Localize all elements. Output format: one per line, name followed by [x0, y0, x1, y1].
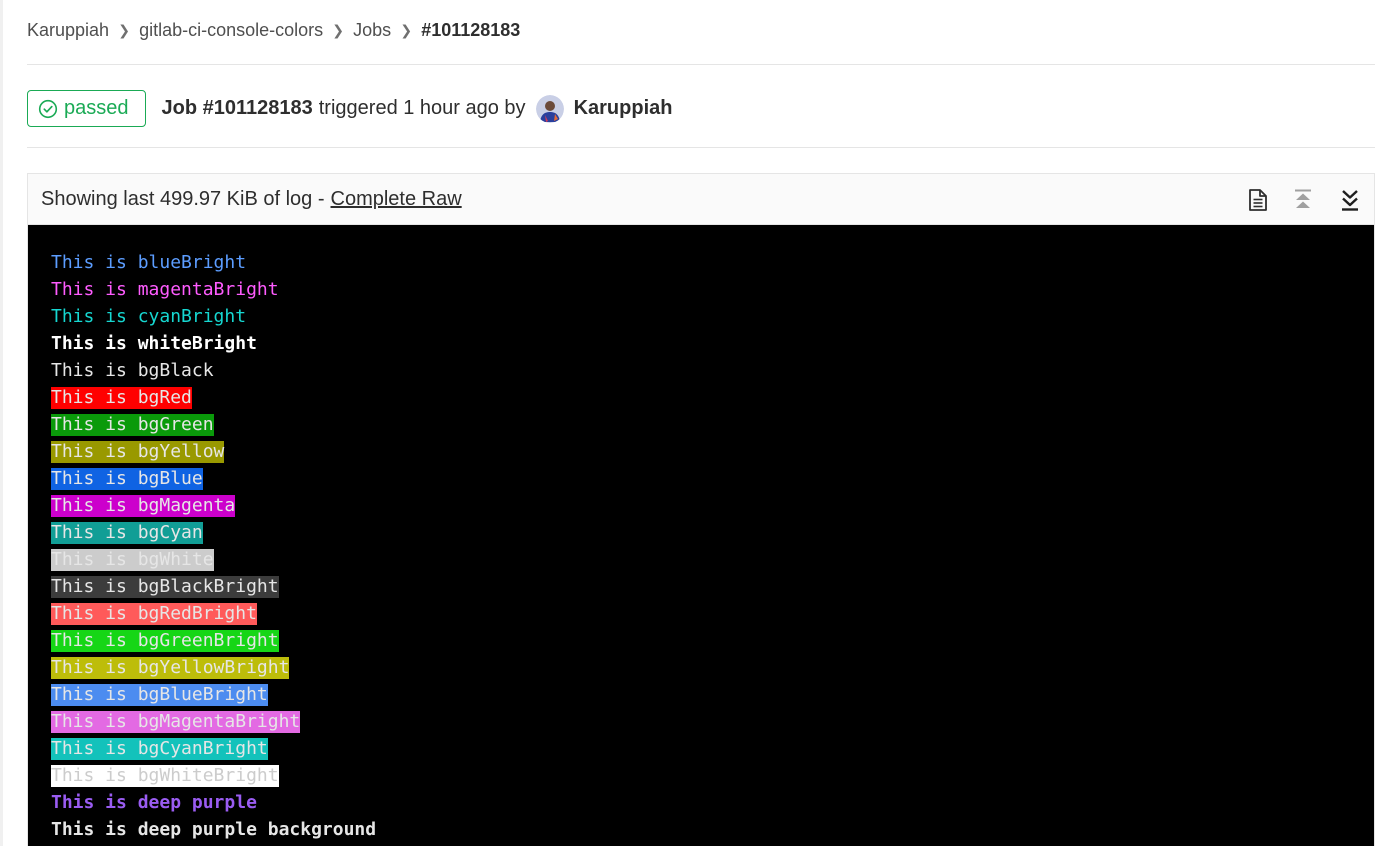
log-line: This is magentaBright: [51, 276, 1374, 303]
divider: [27, 64, 1375, 65]
job-page: Karuppiah ❯ gitlab-ci-console-colors ❯ J…: [0, 0, 1400, 846]
breadcrumb-item-jobs[interactable]: Jobs: [353, 20, 391, 41]
left-border: [0, 0, 3, 846]
log-line-text: This is bgBlack: [51, 360, 214, 381]
log-line-text: This is deep purple background: [51, 819, 377, 840]
avatar[interactable]: [535, 94, 564, 123]
log-line: This is bgCyan: [51, 519, 1374, 546]
log-line: This is bgCyanBright: [51, 735, 1374, 762]
chevron-right-icon: ❯: [332, 21, 345, 38]
log-line: This is bgRedBright: [51, 600, 1374, 627]
log-line: This is bgYellowBright: [51, 654, 1374, 681]
raw-file-button[interactable]: [1244, 186, 1272, 214]
breadcrumb: Karuppiah ❯ gitlab-ci-console-colors ❯ J…: [27, 14, 520, 46]
log-line-text: This is bgMagentaBright: [51, 711, 301, 733]
log-line: This is bgMagenta: [51, 492, 1374, 519]
log-line-text: This is bgBlue: [51, 468, 203, 490]
log-line-text: This is bgBlueBright: [51, 684, 268, 706]
log-toolbar: Showing last 499.97 KiB of log - Complet…: [28, 174, 1374, 225]
log-line-text: This is bgCyan: [51, 522, 203, 544]
log-line-text: This is bgWhite: [51, 549, 214, 571]
scroll-to-top-button[interactable]: [1289, 186, 1317, 214]
chevron-right-icon: ❯: [400, 21, 413, 38]
chevron-right-icon: ❯: [118, 21, 130, 38]
scroll-top-icon: [1295, 189, 1311, 208]
log-line-text: This is bgCyanBright: [51, 738, 268, 760]
log-line-text: This is bgGreenBright: [51, 630, 279, 652]
raw-file-icon: [1249, 189, 1267, 211]
log-line-text: This is magentaBright: [51, 279, 279, 300]
log-line: This is bgWhite: [51, 546, 1374, 573]
log-line-text: This is bgRedBright: [51, 603, 257, 625]
log-line: This is bgBlueBright: [51, 681, 1374, 708]
log-line: This is deep purple background: [51, 816, 1374, 843]
log-line-text: This is cyanBright: [51, 306, 247, 327]
log-line-text: This is blueBright: [51, 252, 247, 273]
log-line: This is bgYellow: [51, 438, 1374, 465]
log-line: This is bgBlack: [51, 357, 1374, 384]
log-line-text: This is deep purple: [51, 792, 257, 813]
scroll-to-bottom-button[interactable]: [1336, 186, 1364, 214]
log-line: This is bgMagentaBright: [51, 708, 1374, 735]
log-size-info: Showing last 499.97 KiB of log -: [41, 187, 325, 210]
log-line: This is bgBlackBright: [51, 573, 1374, 600]
job-meta: triggered 1 hour ago by: [318, 97, 526, 119]
scroll-bottom-icon: [1342, 190, 1358, 211]
log-line-text: This is bgYellowBright: [51, 657, 290, 679]
log-line-text: This is whiteBright: [51, 333, 257, 354]
log-line: This is bgWhiteBright: [51, 762, 1374, 789]
log-line-text: This is bgGreen: [51, 414, 214, 436]
status-badge[interactable]: passed: [27, 90, 146, 127]
breadcrumb-item-project[interactable]: gitlab-ci-console-colors: [139, 20, 323, 41]
log-line: This is bgGreen: [51, 411, 1374, 438]
breadcrumb-item-current-job[interactable]: #101128183: [421, 20, 520, 41]
log-line-text: This is bgMagenta: [51, 495, 236, 517]
author-link[interactable]: Karuppiah: [574, 97, 673, 120]
log-line: This is bgBlue: [51, 465, 1374, 492]
log-line: This is bgRed: [51, 384, 1374, 411]
log-line-text: This is bgBlackBright: [51, 576, 279, 598]
log-line-text: This is bgWhiteBright: [51, 765, 279, 787]
log-line-text: This is bgRed: [51, 387, 192, 409]
job-title: Job #101128183: [161, 97, 313, 119]
job-log-output[interactable]: This is blueBright This is magentaBright…: [28, 225, 1374, 846]
breadcrumb-item-user[interactable]: Karuppiah: [27, 20, 109, 41]
log-line: This is blueBright: [51, 249, 1374, 276]
divider: [27, 147, 1375, 148]
job-header: passed Job #101128183 triggered 1 hour a…: [27, 90, 672, 127]
job-log-panel: Showing last 499.97 KiB of log - Complet…: [27, 173, 1375, 846]
check-circle-icon: [38, 99, 58, 118]
log-line: This is cyanBright: [51, 303, 1374, 330]
log-line: This is whiteBright: [51, 330, 1374, 357]
log-line-text: This is bgYellow: [51, 441, 225, 463]
log-line: This is deep purple: [51, 789, 1374, 816]
complete-raw-link[interactable]: Complete Raw: [331, 188, 462, 211]
log-line: This is bgGreenBright: [51, 627, 1374, 654]
status-label: passed: [64, 97, 129, 119]
